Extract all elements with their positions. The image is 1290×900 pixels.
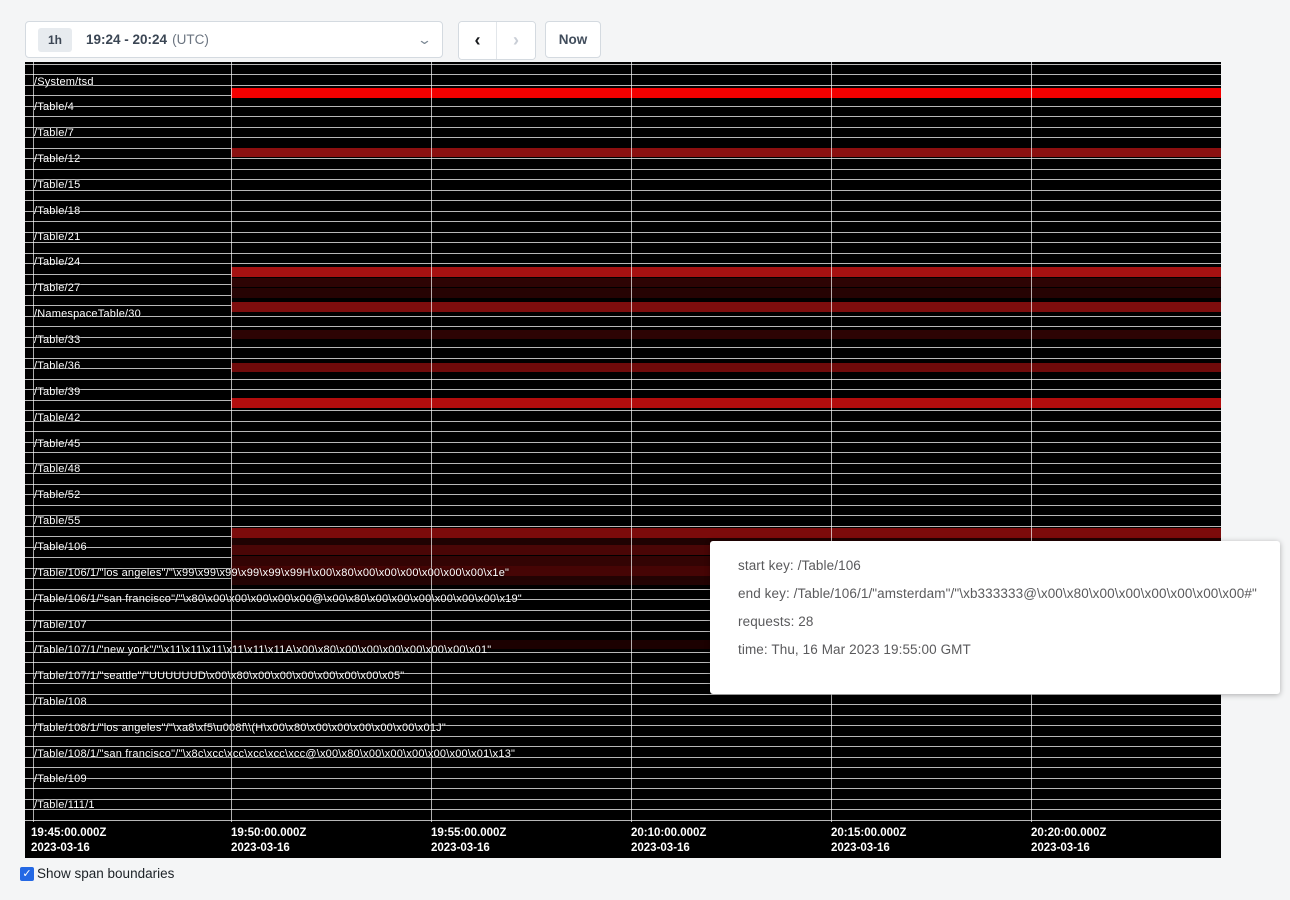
heat-strip[interactable] xyxy=(231,288,1221,298)
row-label: /Table/33 xyxy=(34,334,80,346)
heat-strip[interactable] xyxy=(231,148,1221,157)
prev-timeframe-button[interactable]: ‹ xyxy=(459,22,497,59)
row-label: /Table/48 xyxy=(34,463,80,475)
axis-tick: 19:45:00.000Z2023-03-16 xyxy=(31,826,106,856)
heat-strip[interactable] xyxy=(231,278,1221,287)
key-visualizer-canvas[interactable]: /System/tsd/Table/4/Table/7/Table/12/Tab… xyxy=(25,62,1221,858)
axis-tick: 19:50:00.000Z2023-03-16 xyxy=(231,826,306,856)
row-label: /Table/106/1/"los angeles"/"\x99\x99\x99… xyxy=(34,567,509,579)
row-label: /Table/52 xyxy=(34,489,80,501)
row-label: /Table/39 xyxy=(34,386,80,398)
timezone-label: (UTC) xyxy=(172,32,209,47)
time-bucket-gridline xyxy=(231,62,232,822)
heat-strip[interactable] xyxy=(231,528,1221,538)
row-label: /Table/12 xyxy=(34,153,80,165)
row-label: /Table/45 xyxy=(34,438,80,450)
tooltip-requests: requests: 28 xyxy=(738,614,1270,629)
heat-strip[interactable] xyxy=(231,398,1221,408)
duration-badge: 1h xyxy=(38,28,72,52)
row-label: /Table/7 xyxy=(34,127,74,139)
row-label: /Table/108/1/"san francisco"/"\x8c\xcc\x… xyxy=(34,748,515,760)
axis-tick: 20:10:00.000Z2023-03-16 xyxy=(631,826,706,856)
row-label: /NamespaceTable/30 xyxy=(34,308,141,320)
footer-controls: ✓ Show span boundaries xyxy=(20,866,174,881)
row-label: /Table/55 xyxy=(34,515,80,527)
row-label: /Table/36 xyxy=(34,360,80,372)
time-axis: 19:45:00.000Z2023-03-16 19:50:00.000Z2023… xyxy=(25,822,1221,858)
time-bucket-gridline xyxy=(831,62,832,822)
row-label: /Table/15 xyxy=(34,179,80,191)
heat-strip[interactable] xyxy=(231,88,1221,98)
now-button[interactable]: Now xyxy=(545,21,601,58)
bucket-tooltip: start key: /Table/106 end key: /Table/10… xyxy=(710,541,1280,694)
row-label: /Table/107/1/"seattle"/"UUUUUUD\x00\x80\… xyxy=(34,670,404,682)
axis-tick: 19:55:00.000Z2023-03-16 xyxy=(431,826,506,856)
tooltip-end-key: end key: /Table/106/1/"amsterdam"/"\xb33… xyxy=(738,586,1270,601)
row-label: /Table/27 xyxy=(34,282,80,294)
time-nav-group: ‹ › xyxy=(458,21,536,60)
time-range-selector[interactable]: 1h 19:24 - 20:24 (UTC) ⌄ xyxy=(25,21,443,58)
heat-strip[interactable] xyxy=(231,302,1221,312)
heat-strip[interactable] xyxy=(231,330,1221,339)
time-bucket-gridline xyxy=(431,62,432,822)
axis-tick: 20:15:00.000Z2023-03-16 xyxy=(831,826,906,856)
row-label: /Table/107 xyxy=(34,619,87,631)
chevron-down-icon: ⌄ xyxy=(417,32,432,48)
row-label: /Table/108 xyxy=(34,696,87,708)
row-label: /Table/109 xyxy=(34,773,87,785)
span-boundary-lines xyxy=(25,64,1221,822)
time-bucket-gridline xyxy=(631,62,632,822)
row-label: /Table/111/1 xyxy=(34,799,95,811)
axis-tick: 20:20:00.000Z2023-03-16 xyxy=(1031,826,1106,856)
next-timeframe-button[interactable]: › xyxy=(497,22,535,59)
show-span-boundaries-label: Show span boundaries xyxy=(37,866,174,881)
row-label: /System/tsd xyxy=(34,76,94,88)
row-label: /Table/106/1/"san francisco"/"\x80\x00\x… xyxy=(34,593,522,605)
tooltip-start-key: start key: /Table/106 xyxy=(738,558,1270,573)
time-range-label: 19:24 - 20:24 xyxy=(86,32,167,47)
row-label: /Table/106 xyxy=(34,541,87,553)
row-label: /Table/108/1/"los angeles"/"\xa8\xf5\u00… xyxy=(34,722,446,734)
heatmap-plot[interactable]: /System/tsd/Table/4/Table/7/Table/12/Tab… xyxy=(25,62,1221,822)
heat-strip[interactable] xyxy=(231,267,1221,277)
tooltip-time: time: Thu, 16 Mar 2023 19:55:00 GMT xyxy=(738,642,1270,657)
row-label: /Table/21 xyxy=(34,231,80,243)
row-label: /Table/107/1/"new york"/"\x11\x11\x11\x1… xyxy=(34,644,491,656)
row-label: /Table/18 xyxy=(34,205,80,217)
row-label: /Table/42 xyxy=(34,412,80,424)
heat-strip[interactable] xyxy=(231,363,1221,372)
time-bucket-gridline xyxy=(1031,62,1032,822)
row-label: /Table/24 xyxy=(34,256,80,268)
row-label: /Table/4 xyxy=(34,101,74,113)
show-span-boundaries-checkbox[interactable]: ✓ xyxy=(20,867,34,881)
